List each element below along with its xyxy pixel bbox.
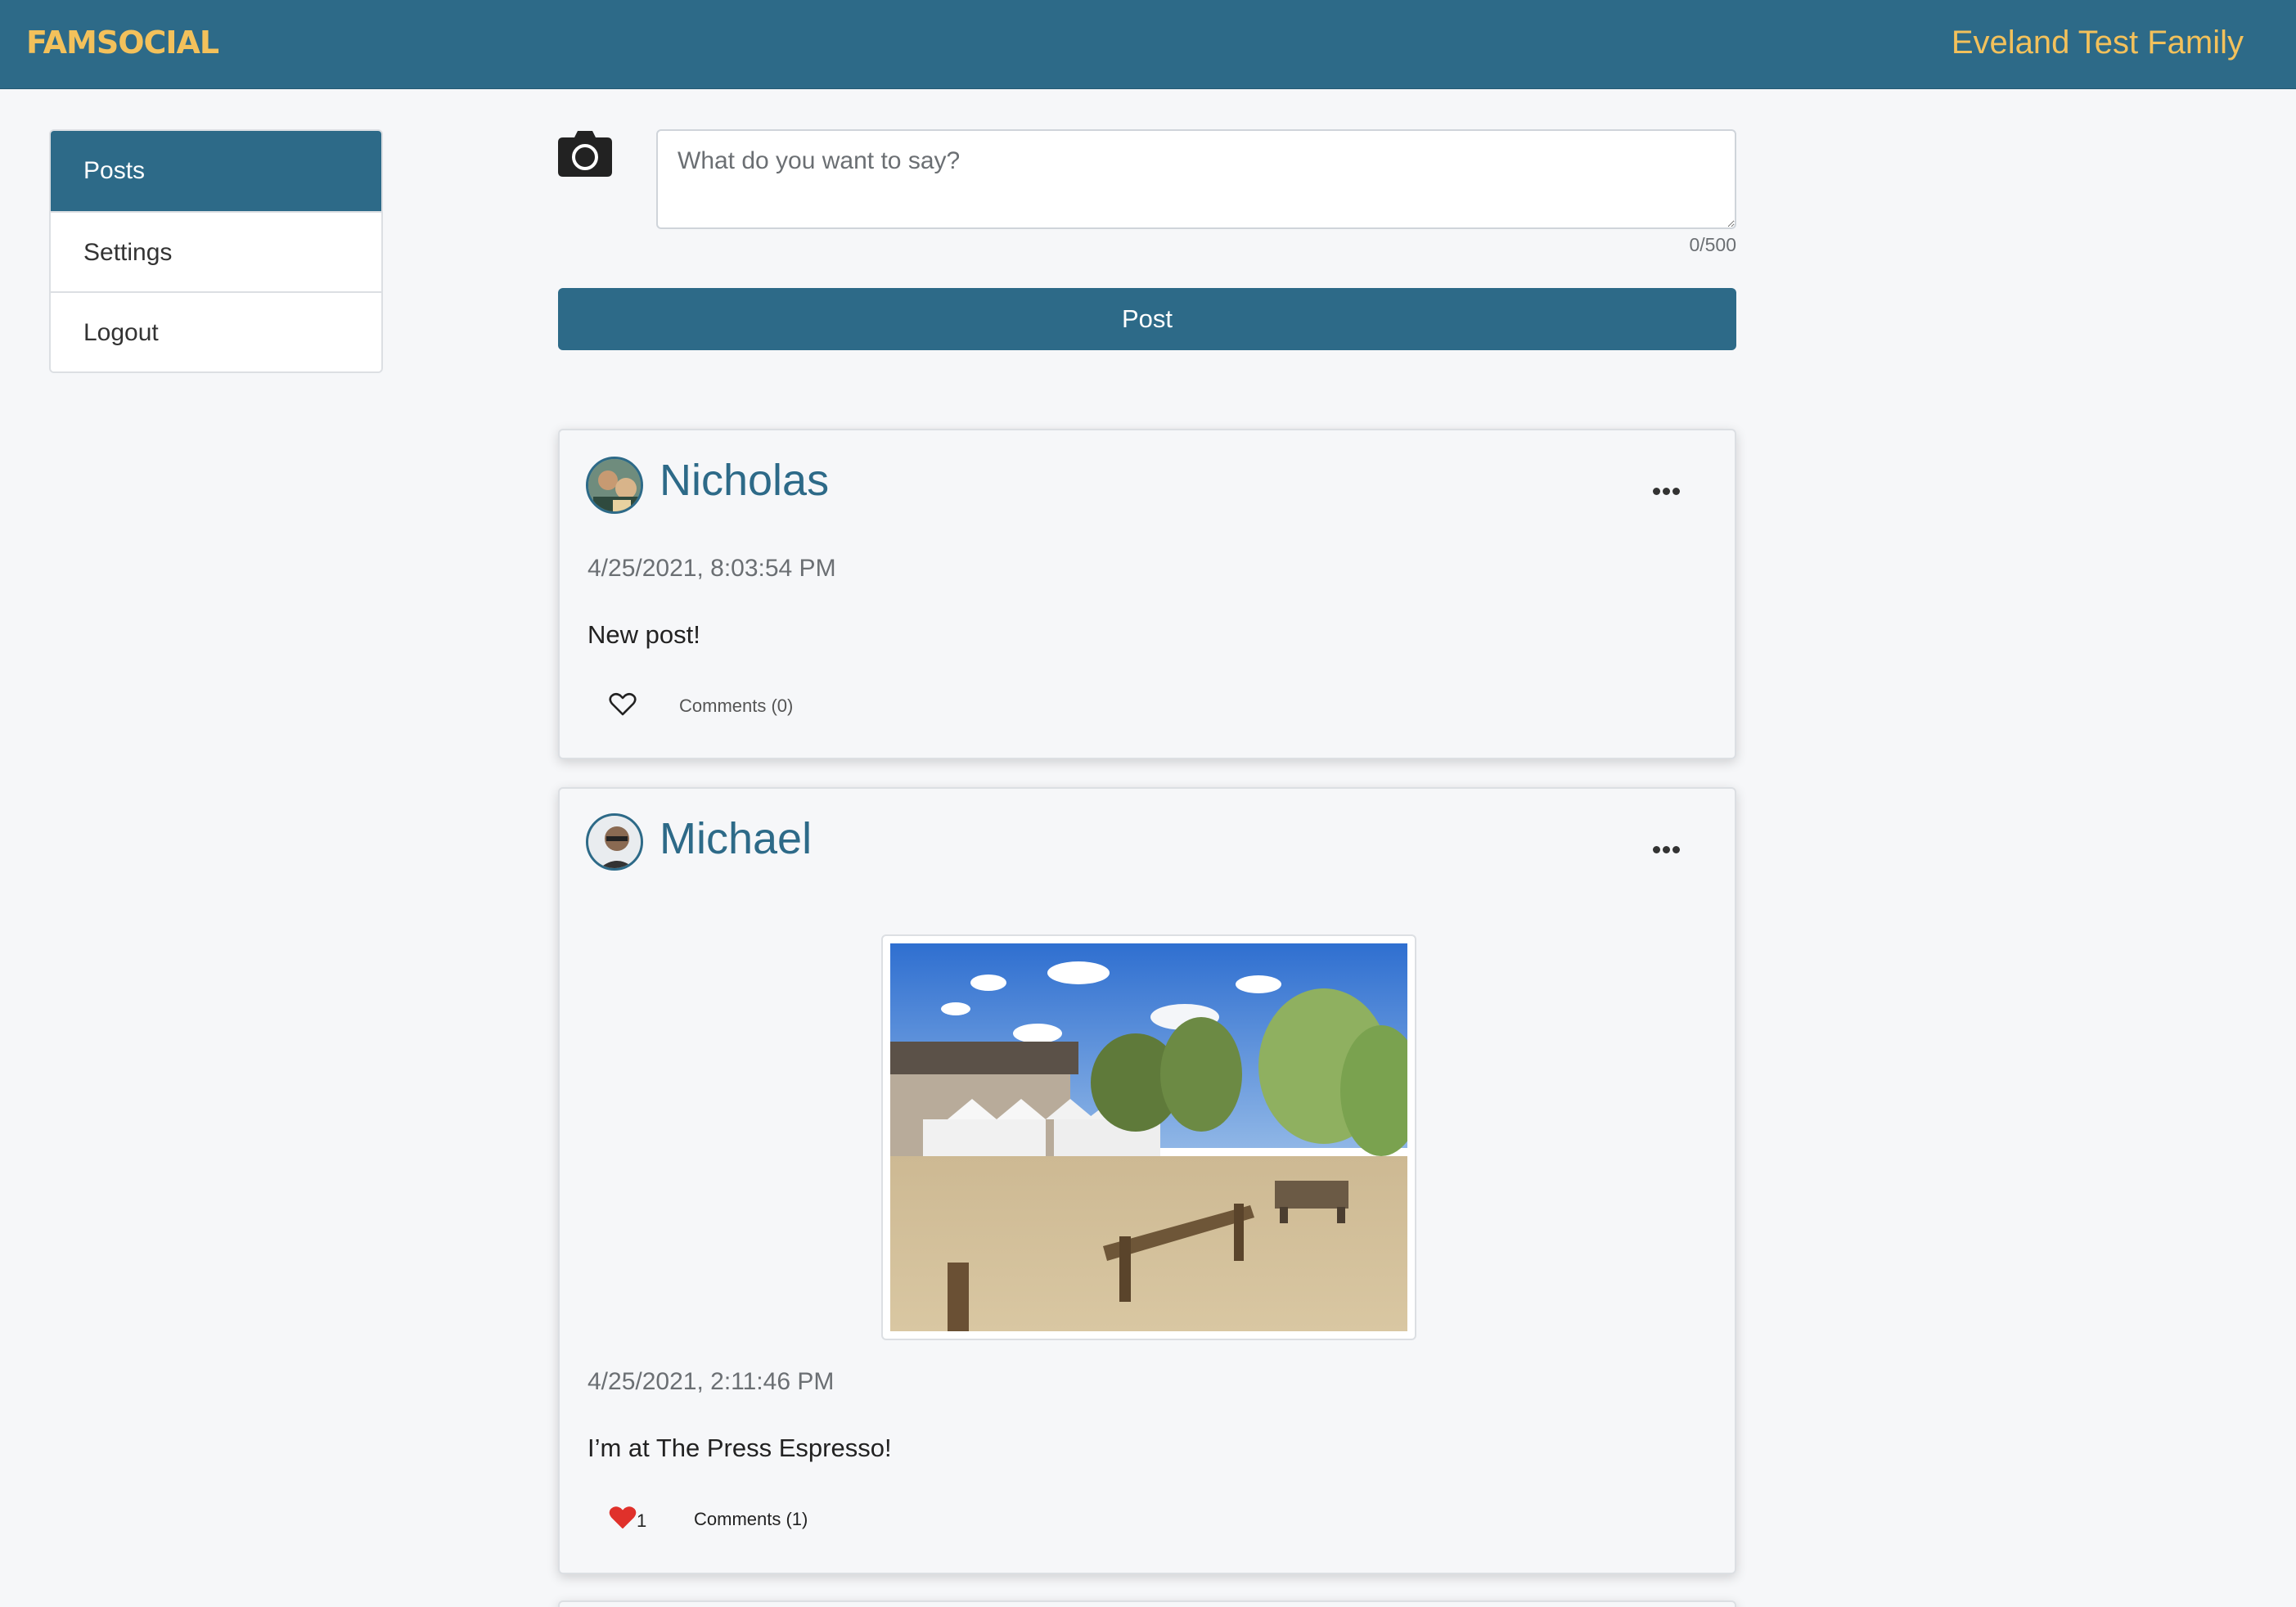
sidebar-item-settings[interactable]: Settings (51, 211, 381, 291)
post-card: Michael 4/25/2021, 2:11:46 PM I’m at The… (558, 787, 1736, 1574)
post-text: New post! (588, 620, 700, 649)
post-text: I’m at The Press Espresso! (588, 1434, 892, 1462)
family-name: Eveland Test Family (1951, 25, 2244, 61)
heart-filled-icon[interactable] (609, 1506, 637, 1530)
sidebar-item-logout[interactable]: Logout (51, 291, 381, 371)
sidebar-item-posts[interactable]: Posts (51, 131, 381, 211)
avatar[interactable] (586, 813, 643, 871)
avatar[interactable] (586, 457, 643, 514)
post-card (558, 1600, 1736, 1607)
comments-link[interactable]: Comments (0) (679, 695, 793, 717)
character-counter: 0/500 (1689, 234, 1736, 255)
post-card: Nicholas 4/25/2021, 8:03:54 PM New post!… (558, 429, 1736, 759)
post-timestamp: 4/25/2021, 8:03:54 PM (588, 555, 836, 582)
post-photo-image (890, 943, 1407, 1331)
post-photo[interactable] (881, 934, 1416, 1340)
sidebar-menu: Posts Settings Logout (49, 129, 383, 373)
heart-outline-icon[interactable] (609, 692, 637, 717)
more-options-icon[interactable] (1653, 843, 1682, 853)
post-text-input[interactable] (656, 129, 1736, 229)
camera-icon[interactable] (558, 131, 612, 177)
more-options-icon[interactable] (1653, 484, 1682, 495)
post-button[interactable]: Post (558, 288, 1736, 350)
post-author[interactable]: Michael (660, 813, 812, 864)
like-count: 1 (637, 1510, 647, 1531)
post-timestamp: 4/25/2021, 2:11:46 PM (588, 1368, 835, 1395)
post-author[interactable]: Nicholas (660, 455, 829, 506)
brand-logo[interactable]: FAMSOCIAL (26, 25, 219, 61)
comments-link[interactable]: Comments (1) (694, 1509, 808, 1530)
top-navbar: FAMSOCIAL Eveland Test Family (0, 0, 2296, 89)
